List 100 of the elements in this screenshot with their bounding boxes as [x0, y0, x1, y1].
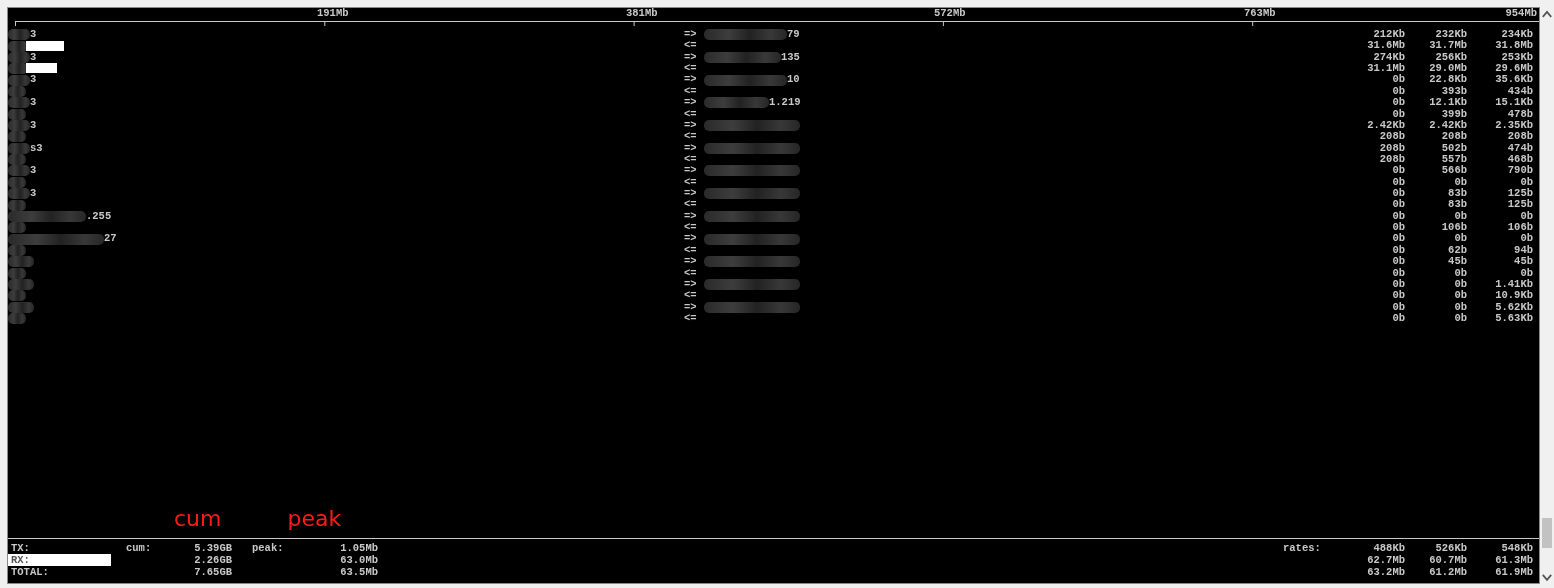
direction-arrow: =>: [684, 97, 698, 109]
redaction-mark: [8, 108, 26, 120]
redaction-mark: [8, 176, 26, 188]
rate-value: 212Kb: [1372, 29, 1405, 40]
rate-value: 399b: [1440, 108, 1467, 120]
rate-value: 2.42Kb: [1428, 119, 1467, 131]
rate-value: 0b: [1453, 313, 1467, 325]
rate-value: 31.1Mb: [1366, 63, 1405, 75]
host-name: 27: [104, 233, 117, 245]
rate-value: 0b: [1391, 256, 1405, 268]
direction-arrow: <=: [684, 222, 698, 234]
rate-value: 83b: [1447, 199, 1467, 211]
direction-arrow: <=: [684, 40, 698, 52]
scale-label: 191Mb: [317, 7, 349, 19]
host-name: 3: [30, 29, 37, 41]
redaction-mark: [8, 120, 30, 132]
rate-value: 0b: [1391, 210, 1405, 222]
rate-value: 0b: [1453, 301, 1467, 313]
total-value: 2.26GB: [193, 554, 232, 566]
field-label: peak:: [252, 542, 285, 554]
rate-value: 0b: [1519, 176, 1534, 188]
direction-arrow: =>: [684, 301, 698, 313]
rate-value: 125b: [1506, 188, 1534, 200]
host-name: 135: [781, 51, 800, 64]
rate-value: 548Kb: [1500, 542, 1534, 554]
rate-value: 208b: [1378, 131, 1405, 143]
direction-arrow: <=: [684, 290, 698, 302]
rate-value: 468b: [1506, 153, 1534, 165]
rate-value: 208b: [1506, 131, 1534, 143]
rate-value: 10.9Kb: [1494, 290, 1534, 302]
peak-value: 1.05Mb: [339, 542, 378, 554]
total-label: RX:: [8, 554, 111, 566]
direction-arrow: =>: [684, 256, 698, 268]
direction-arrow: <=: [684, 267, 698, 279]
rate-value: 253Kb: [1500, 51, 1534, 63]
annotation-label: peak: [287, 506, 342, 532]
redaction-mark: [8, 74, 30, 86]
direction-arrow: <=: [684, 313, 698, 325]
host-name: 3: [30, 74, 37, 86]
direction-arrow: =>: [684, 165, 698, 177]
rate-value: 0b: [1391, 244, 1405, 256]
rate-value: 106b: [1506, 222, 1534, 234]
host-name: 3: [30, 119, 37, 132]
rate-value: 62.7Mb: [1366, 554, 1405, 566]
redaction-mark: [8, 85, 26, 97]
redaction-mark: [8, 165, 30, 177]
rate-value: 566b: [1440, 165, 1467, 177]
rate-value: 0b: [1391, 188, 1405, 200]
rate-value: 0b: [1391, 74, 1405, 86]
rate-value: 29.0Mb: [1428, 63, 1467, 75]
rate-value: 29.6Mb: [1494, 63, 1534, 75]
peak-value: 63.5Mb: [339, 566, 378, 578]
rate-value: 0b: [1453, 290, 1467, 302]
redaction-mark: [8, 131, 26, 143]
rate-value: 63.2Mb: [1366, 566, 1405, 578]
rate-value: 2.42Kb: [1366, 119, 1405, 131]
direction-arrow: =>: [684, 119, 698, 132]
rate-value: 393b: [1440, 85, 1467, 97]
rate-value: 5.62Kb: [1494, 301, 1534, 313]
total-label: TOTAL:: [10, 566, 50, 578]
total-value: 5.39GB: [193, 542, 232, 554]
rate-value: 0b: [1391, 267, 1405, 279]
direction-arrow: <=: [684, 199, 698, 211]
direction-arrow: =>: [684, 74, 698, 86]
rate-value: 61.2Mb: [1428, 566, 1467, 578]
direction-arrow: =>: [684, 188, 698, 200]
field-label: cum:: [126, 542, 153, 554]
rate-value: 478b: [1506, 108, 1534, 120]
rate-value: 0b: [1453, 176, 1467, 188]
direction-arrow: <=: [684, 85, 698, 98]
direction-arrow: <=: [684, 108, 698, 120]
rate-value: 0b: [1391, 222, 1405, 234]
rate-value: 0b: [1453, 210, 1467, 222]
rate-value: 526Kb: [1434, 542, 1467, 554]
rate-value: 2.35Kb: [1494, 119, 1534, 131]
rate-value: 0b: [1391, 85, 1405, 97]
rate-value: 474b: [1506, 142, 1534, 154]
direction-arrow: <=: [684, 153, 698, 166]
scrollbar-thumb[interactable]: [1542, 518, 1552, 548]
direction-arrow: <=: [684, 176, 698, 189]
scale-label: 763Mb: [1244, 8, 1276, 19]
rate-value: 274Kb: [1372, 51, 1405, 63]
rate-value: 1.41Kb: [1494, 278, 1534, 290]
rate-value: 234Kb: [1500, 29, 1534, 40]
rate-value: 0b: [1453, 278, 1467, 290]
rate-value: 0b: [1391, 97, 1405, 109]
field-label: rates:: [1283, 542, 1322, 554]
rate-value: 502b: [1440, 142, 1467, 154]
host-name: .255: [86, 210, 112, 223]
rate-value: 0b: [1391, 176, 1405, 188]
rate-value: 0b: [1391, 278, 1405, 290]
host-name: 3: [30, 51, 37, 64]
total-value: 7.65GB: [193, 566, 232, 578]
redaction-mark: [8, 142, 30, 154]
rate-value: 61.9Mb: [1494, 566, 1534, 578]
rate-value: 0b: [1453, 267, 1467, 279]
rate-value: 94b: [1513, 244, 1534, 256]
direction-arrow: =>: [684, 278, 698, 291]
rate-value: 0b: [1519, 233, 1534, 245]
direction-arrow: =>: [684, 142, 698, 154]
